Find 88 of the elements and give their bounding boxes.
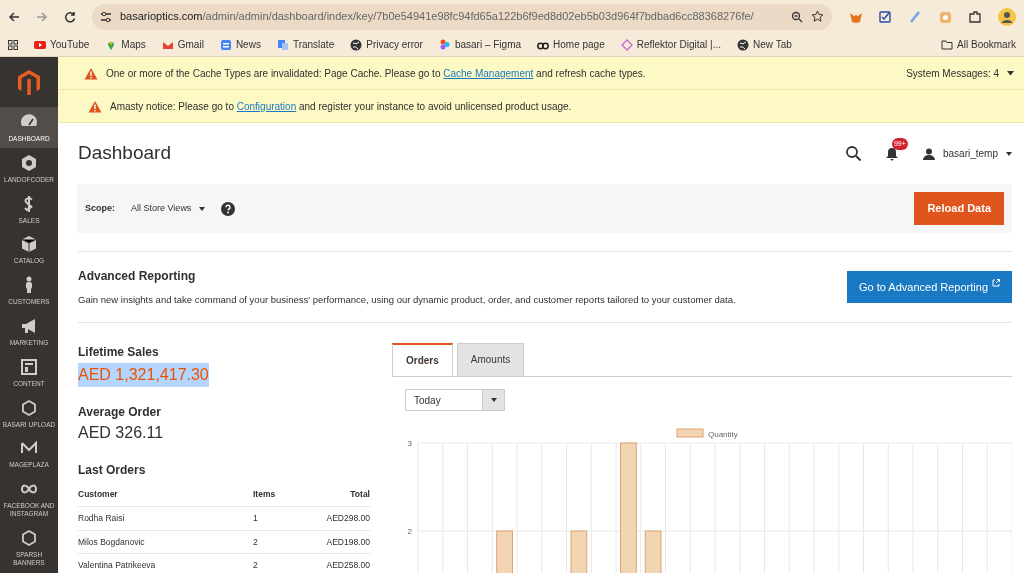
bookmark[interactable]: Privacy error [350, 37, 423, 52]
megaphone-icon [20, 317, 38, 335]
table-cell: 2 [253, 553, 293, 573]
external-link-icon [992, 278, 1000, 287]
logo-icon [18, 69, 40, 95]
legend-label: Quantity [708, 429, 738, 439]
apps-icon[interactable] [8, 39, 18, 50]
figma-icon [438, 38, 451, 51]
zoom-icon[interactable] [791, 10, 803, 23]
user-icon [922, 147, 935, 160]
column-header: Items [253, 483, 293, 507]
table-cell: AED198.00 [292, 530, 370, 554]
star-icon[interactable] [811, 10, 824, 23]
table-cell: Milos Bogdanovic [78, 530, 253, 554]
bookmark[interactable]: Reflektor Digital |... [620, 37, 722, 52]
tune-icon [100, 10, 112, 23]
news-icon [219, 38, 232, 51]
message-link[interactable]: Cache Management [443, 67, 534, 79]
metric-value: AED 326.11 [78, 423, 165, 443]
tab[interactable]: Amounts [456, 343, 525, 376]
caret-icon [490, 398, 497, 402]
box-icon [20, 235, 38, 254]
translate-icon [276, 38, 289, 51]
bookmark[interactable]: New Tab [737, 37, 792, 52]
tab[interactable]: Orders [392, 343, 453, 376]
bookmark[interactable]: Maps [105, 37, 146, 52]
bookmark[interactable]: Gmail [161, 37, 204, 52]
advanced-reporting-button[interactable]: Go to Advanced Reporting [846, 270, 1012, 304]
scope-label: Scope: [85, 201, 115, 215]
chart-legend-swatch [676, 428, 704, 438]
bell-icon[interactable] [884, 147, 899, 162]
column-header: Customer [78, 483, 253, 507]
section-title: Last Orders [78, 462, 147, 479]
message-text: One or more of the Cache Types are invalidated: Page Cache. Please go to Cache Management and refresh cache types. [106, 66, 646, 81]
caret-icon [1006, 151, 1012, 156]
bookmark[interactable]: All Bookmark [941, 37, 1016, 52]
warning-icon [84, 66, 98, 80]
help-icon[interactable] [221, 201, 236, 216]
hexagon-icon [20, 528, 38, 547]
axis-tick-label: 2 [407, 527, 412, 536]
bar [570, 530, 588, 573]
bookmark[interactable]: Home page [537, 37, 605, 52]
section-title: Advanced Reporting [78, 267, 197, 285]
scope-dropdown[interactable]: All Store Views [131, 201, 206, 216]
metric-value: AED 1,321,417.30 [78, 363, 209, 387]
globe-icon [737, 38, 750, 51]
bookmark[interactable]: News [219, 37, 261, 52]
bar [644, 530, 662, 573]
page-title: Dashboard [78, 142, 171, 165]
table-cell: 1 [253, 506, 293, 530]
layout-icon [20, 357, 38, 376]
period-dropdown[interactable]: Today [405, 389, 505, 411]
user-menu[interactable]: basari_temp [922, 146, 1012, 161]
bar [496, 530, 513, 573]
axis-tick-label: 3 [407, 439, 412, 448]
search-icon[interactable] [845, 146, 861, 161]
globe-icon [350, 38, 363, 51]
message-link[interactable]: Configuration [236, 100, 297, 112]
back-icon[interactable] [8, 10, 20, 23]
column-header: Total [292, 483, 370, 507]
bookmark[interactable]: YouTube [34, 37, 90, 52]
address-bar[interactable]: basarioptics.com/admin/admin/dashboard/index/key/7b0e54941e98fc94fd65a122b6f9ed8d02eb5b03d964f7bdbad6cc88368276fe/ [92, 3, 832, 30]
table-cell: 2 [253, 530, 293, 554]
reload-button[interactable]: Reload Data [914, 192, 1004, 225]
hexagon-icon [20, 398, 38, 417]
warning-icon [88, 99, 102, 113]
caret-icon [1007, 70, 1014, 76]
bookmark[interactable]: basari – Figma [438, 37, 522, 52]
play-icon [34, 38, 46, 51]
metric-label: Lifetime Sales [78, 344, 160, 361]
system-messages-toggle[interactable]: System Messages: 4 [906, 65, 1014, 81]
bookmark[interactable]: Translate [276, 37, 335, 52]
folder-icon [941, 39, 954, 50]
avatar-icon[interactable] [998, 7, 1016, 26]
table-cell: Rodha Raisi [78, 506, 253, 530]
section-description: Gain new insights and take command of your business' performance, using our dynamic product, order, and customer reports tailored to your customer data. [78, 292, 736, 307]
puzzle-icon[interactable] [968, 9, 982, 24]
reload-icon[interactable] [64, 10, 76, 23]
url-text: basarioptics.com/admin/admin/dashboard/index/key/7b0e54941e98fc94fd65a122b6f9ed8d02eb5b03d964f7bdbad6cc88368276fe/ [120, 9, 755, 25]
table-cell: Valentina Patrikeeva [78, 553, 253, 573]
table-cell: AED258.00 [292, 553, 370, 573]
diamond-icon [620, 38, 633, 51]
checkbox-icon[interactable] [878, 9, 892, 24]
message-text: Amasty notice: Please go to Configuration and register your instance to avoid unlicensed product usage. [110, 99, 572, 114]
hexagon-icon [20, 153, 38, 172]
caret-icon [199, 206, 206, 211]
metric-label: Average Order [78, 404, 162, 421]
table-cell: AED298.00 [292, 506, 370, 530]
